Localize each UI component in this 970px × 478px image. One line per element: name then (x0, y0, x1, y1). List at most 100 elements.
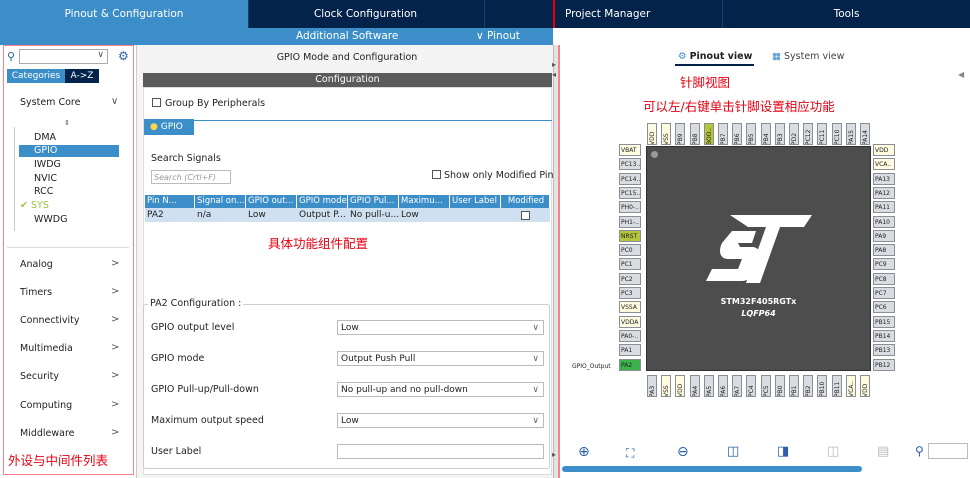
pin-pa9[interactable]: PA9 (873, 229, 895, 242)
zoom-out-icon[interactable]: ⊖ (677, 444, 689, 460)
pin-pa15[interactable]: PA15 (845, 123, 856, 145)
pin-search-input[interactable] (928, 443, 968, 459)
pin-pb9[interactable]: PB9 (675, 123, 686, 145)
collapse-arrow-icon[interactable]: ▸ (552, 450, 556, 459)
pin-pb7[interactable]: PB7 (718, 123, 728, 145)
pin-pc14[interactable]: PC14.. (619, 172, 641, 185)
tab-clock-configuration[interactable]: Clock Configuration (248, 0, 482, 28)
pin-pd2[interactable]: PD2 (789, 123, 799, 145)
max-speed-select[interactable]: Low ∨ (337, 413, 544, 428)
pin-pb5[interactable]: PB5 (746, 123, 757, 145)
column-header-gpio-mode[interactable]: GPIO mode (297, 195, 348, 208)
column-header-user-label[interactable]: User Label (450, 195, 501, 208)
user-label-input[interactable] (337, 444, 544, 459)
pin-nrst[interactable]: NRST (619, 229, 641, 242)
pin-pb4[interactable]: PB4 (760, 123, 771, 145)
pin-pa3[interactable]: PA3 (647, 375, 657, 397)
pin-vca[interactable]: VCA.. (845, 375, 856, 397)
pin-pc6[interactable]: PC6 (873, 301, 895, 314)
pin-pb3[interactable]: PB3 (774, 123, 785, 145)
pin-pc8[interactable]: PC8 (873, 272, 895, 285)
export-icon[interactable]: ◫ (727, 444, 739, 459)
pin-vdd[interactable]: VDD (675, 375, 686, 397)
group-by-checkbox[interactable]: Group By Peripherals (152, 98, 265, 109)
pin-pa11[interactable]: PA11 (873, 201, 895, 214)
pinout-view-tab[interactable]: ⚙ Pinout view (678, 51, 752, 62)
pin-pc1[interactable]: PC1 (619, 258, 641, 271)
pin-pa7[interactable]: PA7 (732, 375, 743, 397)
fit-icon[interactable]: ⛶ (626, 446, 634, 461)
pin-vdd[interactable]: VDD (873, 144, 895, 156)
modified-checkbox[interactable] (521, 211, 530, 220)
pin-pb10[interactable]: PB10 (817, 375, 828, 397)
column-header-gpio-output[interactable]: GPIO out... (246, 195, 297, 208)
horizontal-scrollbar[interactable] (562, 466, 862, 472)
pin-vbat[interactable]: VBAT (619, 144, 641, 156)
column-header-max-speed[interactable]: Maximu... (399, 195, 450, 208)
pin-pa0[interactable]: PA0-.. (619, 329, 641, 342)
pin-pc9[interactable]: PC9 (873, 258, 895, 271)
column-header-modified[interactable]: Modified (501, 195, 550, 208)
pin-pb15[interactable]: PB15 (873, 315, 895, 328)
pin-pa4[interactable]: PA4 (689, 375, 700, 397)
pin-ph1[interactable]: PH1-.. (619, 215, 641, 228)
pin-pa5[interactable]: PA5 (703, 375, 714, 397)
collapse-arrow-icon[interactable]: ◂ (552, 70, 556, 79)
rotate-icon[interactable]: ◨ (777, 444, 789, 459)
pin-pa12[interactable]: PA12 (873, 186, 895, 199)
gpio-pull-select[interactable]: No pull-up and no pull-down ∨ (337, 382, 544, 397)
column-header-signal[interactable]: Signal on... (195, 195, 246, 208)
pin-pa13[interactable]: PA13 (873, 172, 895, 185)
pin-pb11[interactable]: PB11 (831, 375, 842, 397)
pin-vdd[interactable]: VDD (860, 375, 870, 397)
split-icon[interactable]: ◫ (827, 444, 839, 459)
scroll-arrow-icon[interactable]: ◀ (958, 70, 964, 79)
pinout-menu-button[interactable]: ∨ Pinout (476, 28, 520, 45)
collapse-arrow-icon[interactable]: ▸ (552, 60, 556, 69)
pin-pb13[interactable]: PB13 (873, 344, 895, 357)
pin-vss[interactable]: VSS (661, 375, 672, 397)
pin-pb2[interactable]: PB2 (803, 375, 814, 397)
search-signals-input[interactable]: Search (Crtl+F) (151, 170, 231, 184)
pin-pc2[interactable]: PC2 (619, 272, 641, 285)
pin-pb0[interactable]: PB0 (774, 375, 785, 397)
pin-pc4[interactable]: PC4 (746, 375, 757, 397)
pin-vca[interactable]: VCA.. (873, 158, 895, 171)
pin-pc15[interactable]: PC15.. (619, 186, 641, 199)
pin-pc11[interactable]: PC11 (817, 123, 828, 145)
pin-pb12[interactable]: PB12 (873, 358, 895, 371)
pin-pc3[interactable]: PC3 (619, 287, 641, 299)
pin-boo[interactable]: BOO.. (703, 123, 714, 145)
pin-pa8[interactable]: PA8 (873, 244, 895, 257)
search-icon[interactable]: ⚲ (915, 444, 924, 458)
pin-pa10[interactable]: PA10 (873, 215, 895, 228)
additional-software-button[interactable]: Additional Software (296, 28, 398, 45)
pin-vssa[interactable]: VSSA (619, 301, 641, 314)
gpio-mode-select[interactable]: Output Push Pull ∨ (337, 351, 544, 366)
pin-ph0[interactable]: PH0-.. (619, 201, 641, 214)
pin-vdda[interactable]: VDDA (619, 315, 641, 328)
layout-icon[interactable]: ▤ (877, 444, 889, 459)
show-modified-checkbox[interactable]: Show only Modified Pins (432, 170, 558, 181)
pin-pa1[interactable]: PA1 (619, 344, 641, 357)
pin-pb1[interactable]: PB1 (789, 375, 799, 397)
tab-gpio[interactable]: ● GPIO (144, 119, 194, 135)
pin-vss[interactable]: VSS (661, 123, 672, 145)
tab-tools[interactable]: Tools (722, 0, 970, 28)
system-view-tab[interactable]: ▦ System view (772, 51, 844, 62)
tab-pinout-configuration[interactable]: Pinout & Configuration (0, 0, 248, 28)
tab-project-manager[interactable]: Project Manager (484, 0, 722, 28)
pin-vdd[interactable]: VDD (647, 123, 657, 145)
pin-pa14[interactable]: PA14 (860, 123, 870, 145)
column-header-pin[interactable]: Pin N... (145, 195, 195, 208)
pin-pc13[interactable]: PC13.. (619, 158, 641, 171)
pin-pc0[interactable]: PC0 (619, 244, 641, 257)
pin-pb6[interactable]: PB6 (732, 123, 743, 145)
pin-pc12[interactable]: PC12 (803, 123, 814, 145)
column-header-gpio-pull[interactable]: GPIO Pul... (348, 195, 399, 208)
zoom-in-icon[interactable]: ⊕ (578, 444, 590, 460)
pin-pc5[interactable]: PC5 (760, 375, 771, 397)
gpio-output-level-select[interactable]: Low ∨ (337, 320, 544, 335)
pin-pb14[interactable]: PB14 (873, 329, 895, 342)
pin-pa6[interactable]: PA6 (718, 375, 728, 397)
